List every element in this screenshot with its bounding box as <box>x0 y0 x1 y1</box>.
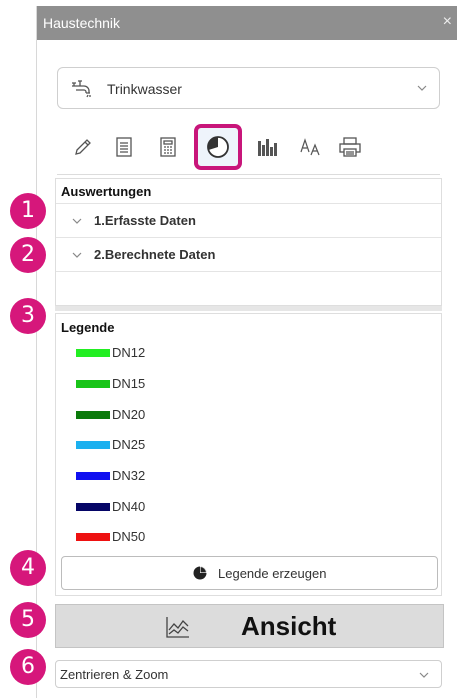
annotation-badge: 3 <box>10 298 46 334</box>
legend-label: DN20 <box>112 407 146 422</box>
zoom-select[interactable]: Zentrieren & Zoom <box>55 660 442 688</box>
accordion-item-calculated-data[interactable]: 2.Berechnete Daten <box>56 237 441 271</box>
legend-swatch <box>76 411 110 419</box>
bar-chart-icon[interactable] <box>253 130 283 164</box>
view-button-label: Ansicht <box>241 611 337 641</box>
annotation-badge: 6 <box>10 649 46 685</box>
legend-label: DN25 <box>112 437 146 452</box>
pie-chart-icon[interactable] <box>194 124 242 170</box>
legend-swatch <box>76 472 110 480</box>
title-bar: Haustechnik × <box>37 6 457 40</box>
view-button[interactable]: Ansicht <box>55 604 444 648</box>
accordion-label: 1.Erfasste Daten <box>94 213 196 228</box>
chevron-down-icon <box>417 83 427 93</box>
legend-header: Legende <box>61 320 115 335</box>
legend-swatch <box>76 503 110 511</box>
legend-swatch <box>76 349 110 357</box>
faucet-icon <box>71 78 93 98</box>
document-list-icon[interactable] <box>109 130 139 164</box>
legend-label: DN15 <box>112 376 146 391</box>
system-select-value: Trinkwasser <box>107 81 182 97</box>
accordion-item-captured-data[interactable]: 1.Erfasste Daten <box>56 203 441 237</box>
toolbar-divider <box>57 174 440 175</box>
evaluations-empty-area <box>56 271 441 305</box>
annotation-badge: 1 <box>10 193 46 229</box>
system-select[interactable]: Trinkwasser <box>57 67 440 109</box>
legend-swatch <box>76 533 110 541</box>
chevron-down-icon <box>72 216 82 226</box>
legend-label: DN12 <box>112 345 146 360</box>
generate-legend-label: Legende erzeugen <box>218 566 327 581</box>
legend-label: DN50 <box>112 529 146 544</box>
legend-swatch <box>76 441 110 449</box>
close-icon[interactable]: × <box>443 13 452 31</box>
calculator-icon[interactable] <box>153 130 183 164</box>
haustechnik-panel: Haustechnik × Trinkwasser Auswertungen 1… <box>36 6 457 698</box>
window-title: Haustechnik <box>43 15 121 31</box>
section-splitter[interactable] <box>55 306 442 311</box>
legend-swatch <box>76 380 110 388</box>
legend-label: DN32 <box>112 468 146 483</box>
evaluations-section: Auswertungen 1.Erfasste Daten 2.Berechne… <box>55 178 442 306</box>
generate-legend-button[interactable]: Legende erzeugen <box>61 556 438 590</box>
toolbar <box>57 124 440 176</box>
pencil-icon[interactable] <box>68 130 98 164</box>
printer-icon[interactable] <box>335 130 365 164</box>
annotation-badge: 5 <box>10 602 46 638</box>
text-style-icon[interactable] <box>296 130 326 164</box>
annotation-badge: 2 <box>10 237 46 273</box>
evaluations-header: Auswertungen <box>61 184 152 199</box>
chevron-down-icon <box>72 250 82 260</box>
annotation-badge: 4 <box>10 550 46 586</box>
legend-label: DN40 <box>112 499 146 514</box>
chevron-down-icon <box>419 670 429 680</box>
legend-section: Legende DN12 DN15 DN20 DN25 DN32 DN40 DN… <box>55 313 442 596</box>
pie-chart-icon <box>193 566 207 580</box>
zoom-select-value: Zentrieren & Zoom <box>60 667 169 682</box>
accordion-label: 2.Berechnete Daten <box>94 247 216 262</box>
line-chart-icon <box>166 616 190 638</box>
